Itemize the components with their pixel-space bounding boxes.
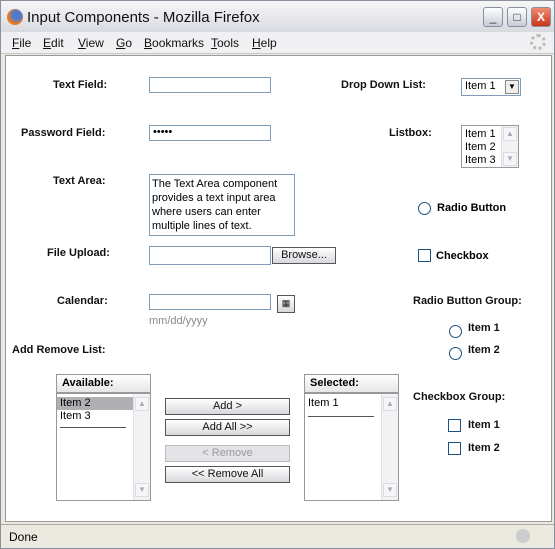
- menu-help[interactable]: Help: [252, 36, 277, 50]
- password-field[interactable]: •••••: [149, 125, 271, 141]
- text-area-label: Text Area:: [53, 175, 106, 187]
- remove-all-button[interactable]: << Remove All: [165, 466, 290, 483]
- menu-bookmarks[interactable]: Bookmarks: [144, 36, 204, 50]
- calendar-hint: mm/dd/yyyy: [149, 315, 208, 327]
- radio-item-2[interactable]: [449, 347, 462, 360]
- listbox[interactable]: Item 1 Item 2 Item 3 ▲ ▼: [461, 125, 519, 168]
- checkbox-label: Checkbox: [436, 250, 489, 262]
- menu-view[interactable]: View: [78, 36, 104, 50]
- remove-button[interactable]: < Remove: [165, 445, 290, 462]
- selected-list[interactable]: Item 1 ▲ ▼: [304, 393, 399, 501]
- selected-header: Selected:: [304, 374, 399, 393]
- status-icon: [516, 529, 530, 543]
- add-remove-label: Add Remove List:: [12, 344, 106, 356]
- menu-go[interactable]: Go: [116, 36, 132, 50]
- window-title: Input Components - Mozilla Firefox: [27, 9, 260, 26]
- maximize-button[interactable]: □: [507, 7, 527, 27]
- menu-edit[interactable]: Edit: [43, 36, 64, 50]
- status-text: Done: [9, 530, 38, 544]
- checkbox-item-2[interactable]: [448, 442, 461, 455]
- calendar-label: Calendar:: [57, 295, 108, 307]
- file-upload-input[interactable]: [149, 246, 271, 265]
- browse-button[interactable]: Browse...: [272, 247, 336, 264]
- dropdown-select[interactable]: Item 1 ▼: [461, 78, 521, 96]
- checkbox-item-1[interactable]: [448, 419, 461, 432]
- list-divider: [308, 416, 374, 417]
- file-upload-label: File Upload:: [47, 247, 110, 259]
- title-bar: Input Components - Mozilla Firefox _ □ X: [1, 1, 554, 32]
- scrollbar[interactable]: ▲ ▼: [133, 394, 150, 500]
- minimize-button[interactable]: _: [483, 7, 503, 27]
- checkbox-item-2-label: Item 2: [468, 442, 500, 454]
- add-button[interactable]: Add >: [165, 398, 290, 415]
- listbox-label: Listbox:: [389, 127, 432, 139]
- menu-tools[interactable]: Tools: [211, 36, 239, 50]
- radio-group-label: Radio Button Group:: [413, 295, 522, 307]
- menu-bar: File Edit View Go Bookmarks Tools Help: [1, 32, 554, 54]
- chevron-down-icon[interactable]: ▼: [505, 80, 519, 94]
- dropdown-label: Drop Down List:: [341, 79, 426, 91]
- checkbox[interactable]: [418, 249, 431, 262]
- password-field-label: Password Field:: [21, 127, 106, 139]
- available-header: Available:: [56, 374, 151, 393]
- status-bar: Done: [1, 524, 554, 548]
- checkbox-group-label: Checkbox Group:: [413, 391, 506, 403]
- list-divider: [60, 427, 126, 428]
- scrollbar[interactable]: ▲ ▼: [381, 394, 398, 500]
- calendar-icon[interactable]: ▦: [277, 295, 295, 313]
- throbber-icon: [530, 34, 546, 50]
- text-area[interactable]: The Text Area component provides a text …: [149, 174, 295, 236]
- page-content: Text Field: Password Field: ••••• Text A…: [5, 55, 552, 522]
- firefox-icon: [7, 9, 23, 25]
- radio-item-2-label: Item 2: [468, 344, 500, 356]
- checkbox-item-1-label: Item 1: [468, 419, 500, 431]
- browser-window: Input Components - Mozilla Firefox _ □ X…: [0, 0, 555, 549]
- available-list[interactable]: Item 2 Item 3 ▲ ▼: [56, 393, 151, 501]
- text-field[interactable]: [149, 77, 271, 93]
- list-item-selected[interactable]: Item 2: [57, 397, 133, 410]
- scrollbar[interactable]: ▲ ▼: [501, 126, 518, 167]
- menu-file[interactable]: File: [12, 36, 31, 50]
- dropdown-value: Item 1: [465, 80, 496, 92]
- close-button[interactable]: X: [531, 7, 551, 27]
- calendar-input[interactable]: [149, 294, 271, 310]
- add-all-button[interactable]: Add All >>: [165, 419, 290, 436]
- radio-button[interactable]: [418, 202, 431, 215]
- radio-item-1-label: Item 1: [468, 322, 500, 334]
- radio-item-1[interactable]: [449, 325, 462, 338]
- text-field-label: Text Field:: [53, 79, 108, 91]
- radio-button-label: Radio Button: [437, 202, 507, 214]
